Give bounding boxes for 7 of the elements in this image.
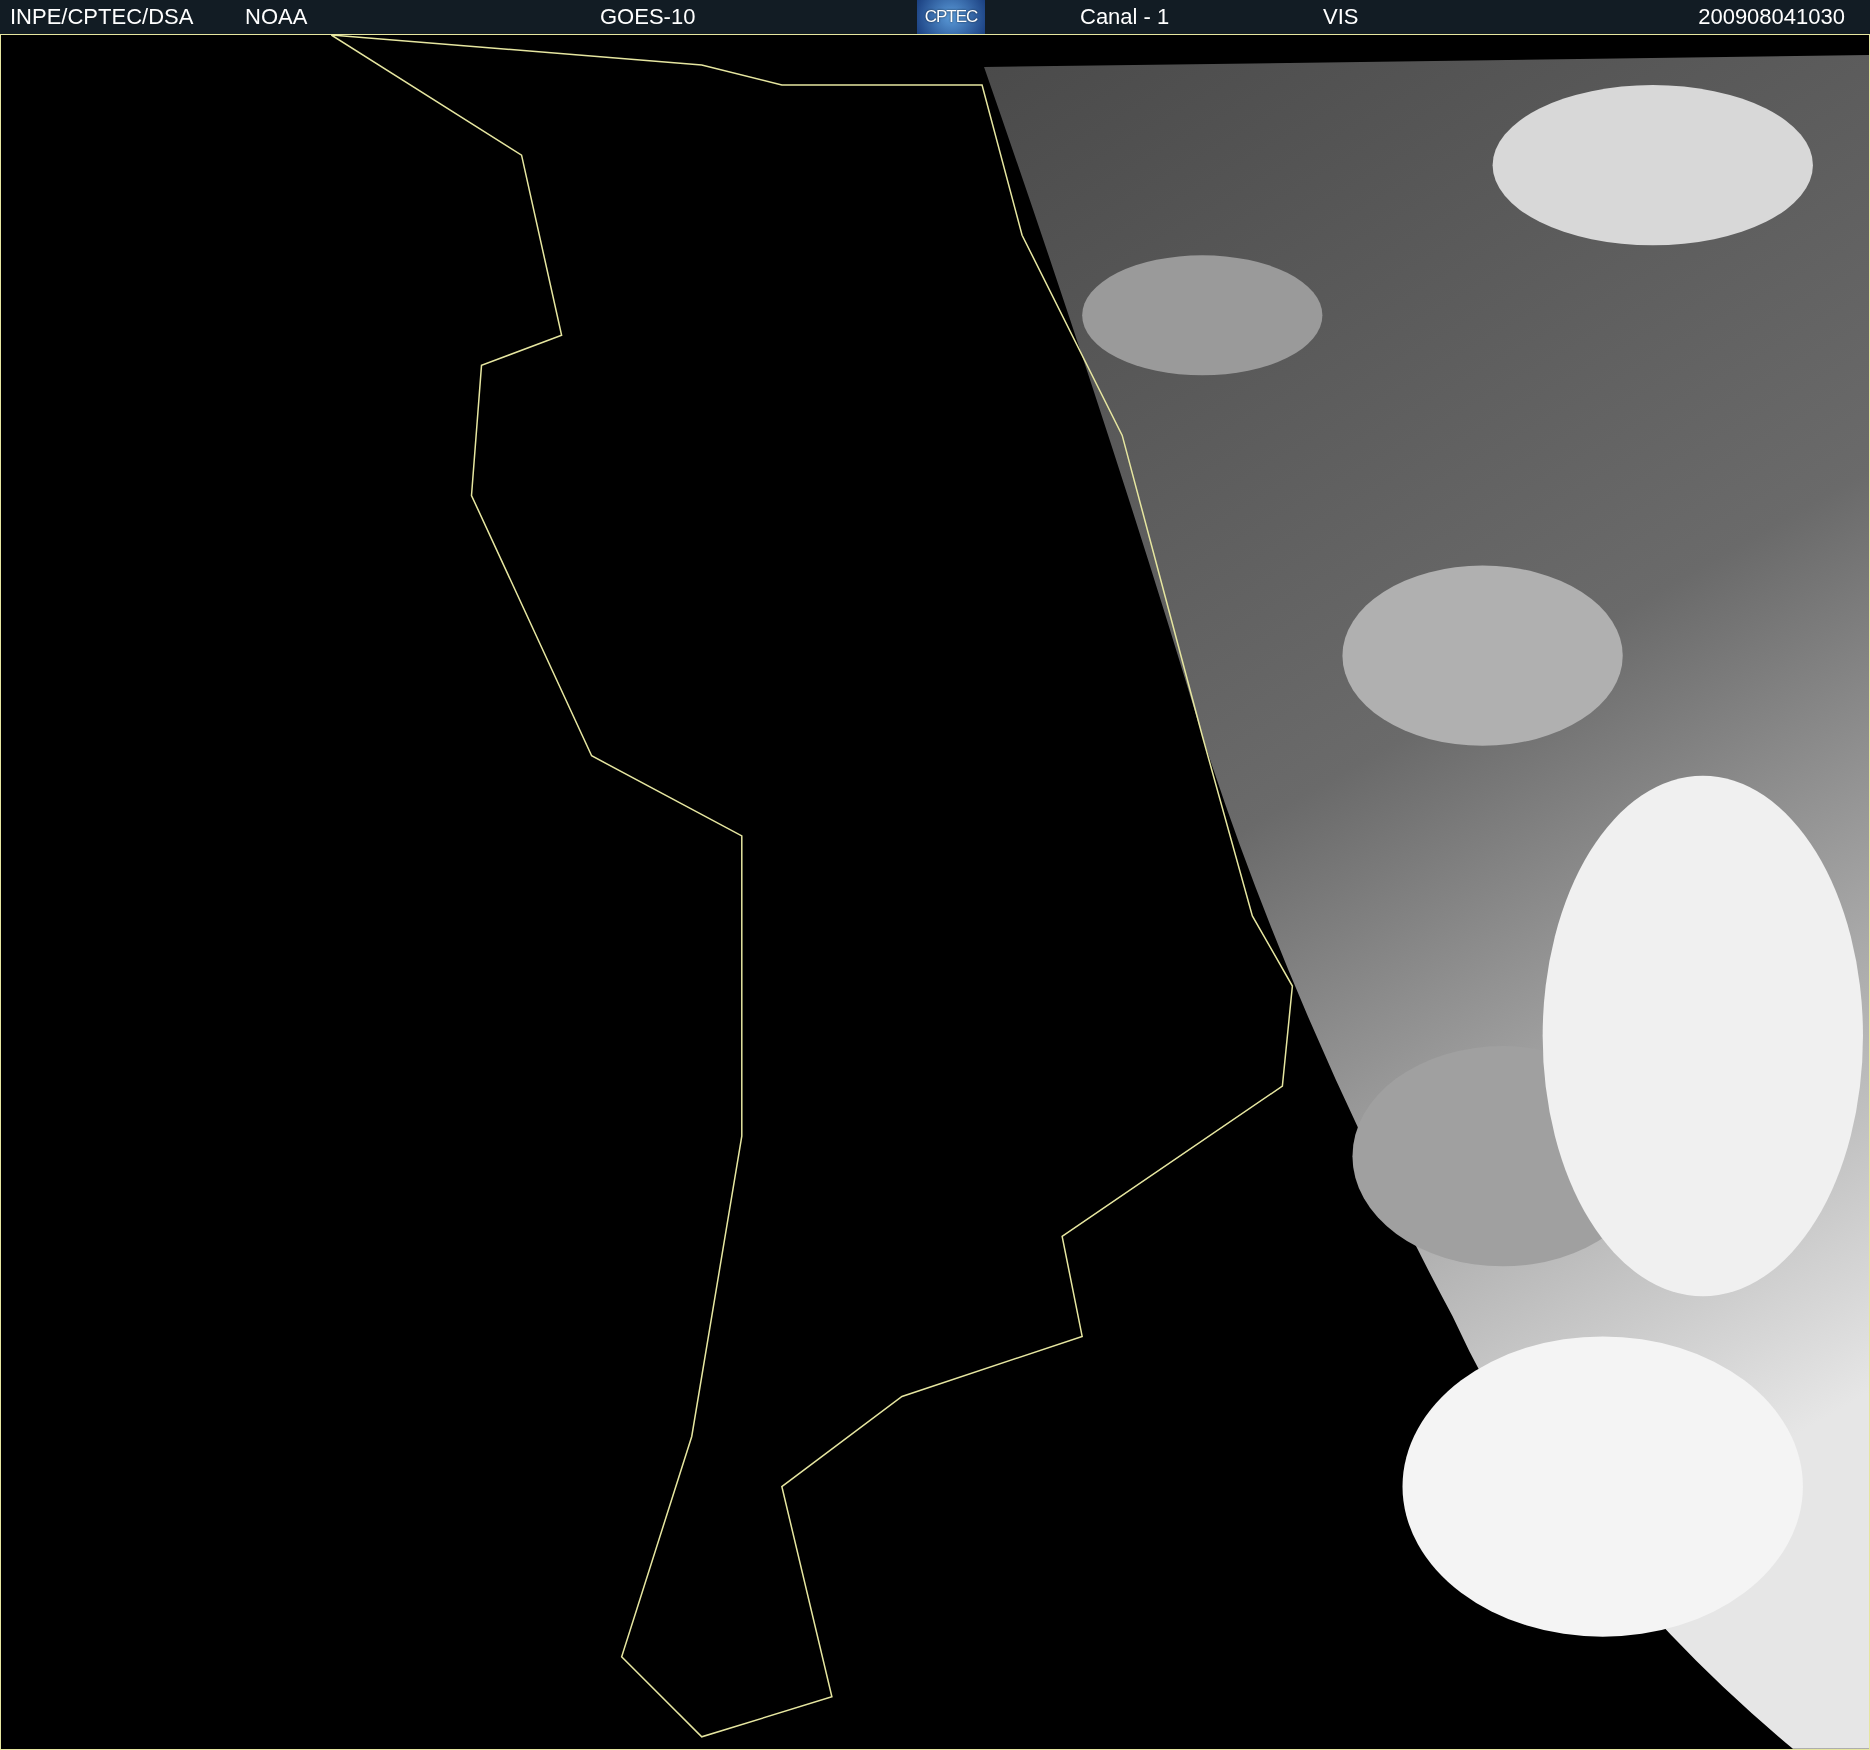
channel-label: Canal - 1 xyxy=(1080,4,1170,31)
timestamp-label: 200908041030 xyxy=(1698,4,1845,31)
agency-label: NOAA xyxy=(245,4,308,31)
satellite-label: GOES-10 xyxy=(600,4,696,31)
logo: CPTEC xyxy=(917,0,985,35)
source-label: INPE/CPTEC/DSA xyxy=(10,4,194,31)
band-label: VIS xyxy=(1323,4,1359,31)
